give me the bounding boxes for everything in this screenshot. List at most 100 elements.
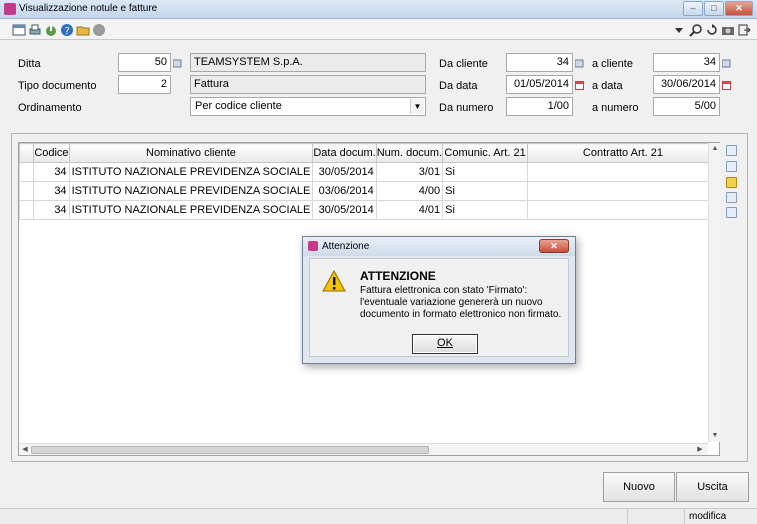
warning-icon	[322, 269, 346, 295]
row-selector[interactable]	[18, 181, 35, 201]
refresh-icon[interactable]	[705, 23, 719, 37]
cell-comunic: Si	[442, 181, 528, 201]
dialog-message-line: l'eventuale variazione genererà un nuovo	[360, 297, 543, 308]
nuovo-button[interactable]: Nuovo	[603, 472, 675, 502]
cell-contratto	[526, 181, 720, 201]
a-data-calendar-icon[interactable]	[722, 81, 731, 90]
dialog-message-line: Fattura elettronica con stato 'Firmato':	[360, 285, 528, 296]
header-contratto-art21[interactable]: Contratto Art. 21	[526, 143, 720, 163]
dialog-message: Fattura elettronica con stato 'Firmato':…	[360, 285, 566, 321]
print-icon[interactable]	[28, 23, 42, 37]
export-icon[interactable]	[44, 23, 58, 37]
dialog-body: ATTENZIONE Fattura elettronica con stato…	[309, 258, 569, 357]
grid-layout-icon[interactable]	[726, 145, 737, 156]
cell-nominativo: ISTITUTO NAZIONALE PREVIDENZA SOCIALE	[68, 181, 314, 201]
horizontal-scroll-thumb[interactable]	[31, 446, 429, 454]
a-numero-field[interactable]: 5/00	[653, 97, 720, 116]
ok-button[interactable]: OK	[412, 334, 478, 354]
print-grid-icon[interactable]	[726, 192, 737, 203]
cell-numero: 3/01	[375, 162, 444, 182]
uscita-button[interactable]: Uscita	[676, 472, 749, 502]
header-num-docum[interactable]: Num. docum.	[375, 143, 444, 163]
header-codice[interactable]: Codice	[33, 143, 70, 163]
cell-data: 30/05/2014	[312, 162, 377, 182]
settings-icon[interactable]	[726, 207, 737, 218]
maximize-button[interactable]: □	[704, 1, 724, 16]
cell-codice: 34	[33, 200, 70, 220]
da-data-field[interactable]: 01/05/2014	[506, 75, 573, 94]
a-data-field[interactable]: 30/06/2014	[653, 75, 720, 94]
app-icon	[4, 3, 16, 15]
a-cliente-field[interactable]: 34	[653, 53, 720, 72]
row-selector-header	[18, 143, 35, 163]
header-data-docum[interactable]: Data docum.	[312, 143, 377, 163]
cell-comunic: Si	[442, 200, 528, 220]
row-selector[interactable]	[18, 162, 35, 182]
da-cliente-field[interactable]: 34	[506, 53, 573, 72]
search-icon[interactable]	[689, 23, 703, 37]
close-window-button[interactable]: ✕	[725, 1, 753, 16]
dialog-close-button[interactable]: ✕	[539, 239, 569, 253]
filter-icon[interactable]	[726, 161, 737, 172]
dialog-title: Attenzione	[322, 241, 370, 252]
minimize-button[interactable]: –	[683, 1, 703, 16]
cell-codice: 34	[33, 181, 70, 201]
results-table: Codice Nominativo cliente Data docum. Nu…	[18, 143, 720, 220]
scroll-left-icon[interactable]: ◀	[19, 444, 31, 456]
ordinamento-label: Ordinamento	[18, 102, 82, 114]
exit-icon[interactable]	[737, 23, 751, 37]
ordinamento-select[interactable]: Per codice cliente ▼	[190, 97, 426, 116]
tipo-documento-code-field[interactable]: 2	[118, 75, 171, 94]
title-bar: Visualizzazione notule e fatture – □ ✕	[0, 0, 757, 19]
da-cliente-label: Da cliente	[439, 58, 488, 70]
stop-icon[interactable]	[92, 23, 106, 37]
header-nominativo-cliente[interactable]: Nominativo cliente	[68, 143, 314, 163]
table-row[interactable]: 34 ISTITUTO NAZIONALE PREVIDENZA SOCIALE…	[18, 181, 720, 201]
horizontal-scrollbar[interactable]: ◀ ▶	[19, 443, 708, 455]
a-cliente-label: a cliente	[592, 58, 633, 70]
status-mode: modifica	[684, 509, 757, 524]
chevron-down-icon[interactable]: ▼	[410, 99, 424, 114]
dialog-message-line: documento in formato elettronico non fir…	[360, 309, 562, 320]
ordinamento-value: Per codice cliente	[195, 100, 282, 112]
da-data-label: Da data	[439, 80, 478, 92]
ditta-name-field: TEAMSYSTEM S.p.A.	[190, 53, 426, 72]
row-selector[interactable]	[18, 200, 35, 220]
scroll-up-icon[interactable]: ▲	[709, 143, 721, 155]
cell-numero: 4/01	[375, 200, 444, 220]
note-icon[interactable]	[726, 177, 737, 188]
a-data-label: a data	[592, 80, 623, 92]
ditta-lookup-icon[interactable]	[172, 59, 182, 68]
toolbar: ?	[0, 20, 757, 40]
header-comunic-art21[interactable]: Comunic. Art. 21	[442, 143, 528, 163]
da-numero-field[interactable]: 1/00	[506, 97, 573, 116]
help-icon[interactable]: ?	[60, 23, 74, 37]
status-cell-empty	[627, 509, 684, 524]
tipo-documento-name-field: Fattura	[190, 75, 426, 94]
ditta-code-field[interactable]: 50	[118, 53, 171, 72]
window-icon[interactable]	[12, 23, 26, 37]
camera-icon[interactable]	[721, 23, 735, 37]
cell-contratto	[526, 162, 720, 182]
a-cliente-lookup-icon[interactable]	[721, 59, 731, 68]
ditta-label: Ditta	[18, 58, 41, 70]
attenzione-dialog: Attenzione ✕ ATTENZIONE Fattura elettron…	[302, 236, 576, 364]
dialog-heading: ATTENZIONE	[360, 269, 436, 283]
scroll-down-icon[interactable]: ▼	[709, 430, 721, 442]
scroll-right-icon[interactable]: ▶	[694, 444, 706, 456]
tipo-documento-label: Tipo documento	[18, 80, 97, 92]
table-row[interactable]: 34 ISTITUTO NAZIONALE PREVIDENZA SOCIALE…	[18, 162, 720, 182]
folder-icon[interactable]	[76, 23, 90, 37]
table-row[interactable]: 34 ISTITUTO NAZIONALE PREVIDENZA SOCIALE…	[18, 200, 720, 220]
cell-codice: 34	[33, 162, 70, 182]
da-data-calendar-icon[interactable]	[575, 81, 584, 90]
vertical-scrollbar[interactable]: ▲ ▼	[708, 143, 720, 442]
cell-data: 03/06/2014	[312, 181, 377, 201]
status-bar: modifica	[0, 508, 757, 524]
da-cliente-lookup-icon[interactable]	[574, 59, 584, 68]
dropdown-arrow-icon[interactable]	[672, 23, 686, 37]
dialog-app-icon	[308, 241, 318, 251]
window-title: Visualizzazione notule e fatture	[19, 3, 158, 14]
svg-text:?: ?	[65, 26, 70, 37]
da-numero-label: Da numero	[439, 102, 494, 114]
